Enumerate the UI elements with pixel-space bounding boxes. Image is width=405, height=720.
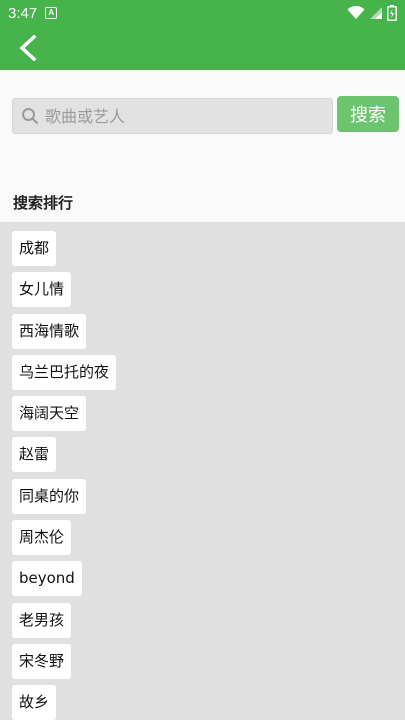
search-area: 搜索 搜索排行 (0, 70, 405, 222)
ranking-list: 成都 女儿情 西海情歌 乌兰巴托的夜 海阔天空 赵雷 同桌的你 周杰伦 beyo… (0, 222, 405, 720)
battery-icon (387, 5, 397, 21)
app-bar (0, 26, 405, 70)
ranking-item[interactable]: 同桌的你 (12, 478, 87, 514)
search-input[interactable] (45, 106, 325, 126)
status-icons (347, 5, 397, 21)
section-title: 搜索排行 (13, 194, 74, 212)
ranking-item[interactable]: beyond (12, 561, 82, 597)
ranking-item[interactable]: 宋冬野 (12, 643, 72, 679)
status-time: 3:47 (8, 4, 38, 22)
ranking-item[interactable]: 成都 (12, 231, 57, 266)
status-bar: 3:47 A (0, 0, 405, 26)
ranking-item[interactable]: 女儿情 (12, 272, 72, 308)
ranking-item[interactable]: 西海情歌 (12, 313, 87, 349)
search-icon (22, 108, 38, 124)
ranking-item[interactable]: 周杰伦 (12, 520, 72, 556)
ranking-item[interactable]: 海阔天空 (12, 396, 87, 432)
ranking-item[interactable]: 故乡 (12, 685, 57, 720)
wifi-icon (347, 6, 365, 19)
ranking-item[interactable]: 赵雷 (12, 437, 57, 473)
notification-icon: A (45, 7, 58, 19)
back-button[interactable] (12, 32, 44, 64)
ranking-item[interactable]: 乌兰巴托的夜 (12, 354, 117, 390)
chevron-left-icon (19, 35, 37, 61)
signal-icon (370, 7, 382, 19)
search-button[interactable]: 搜索 (337, 96, 399, 132)
search-box[interactable] (12, 98, 333, 134)
ranking-item[interactable]: 老男孩 (12, 602, 72, 638)
